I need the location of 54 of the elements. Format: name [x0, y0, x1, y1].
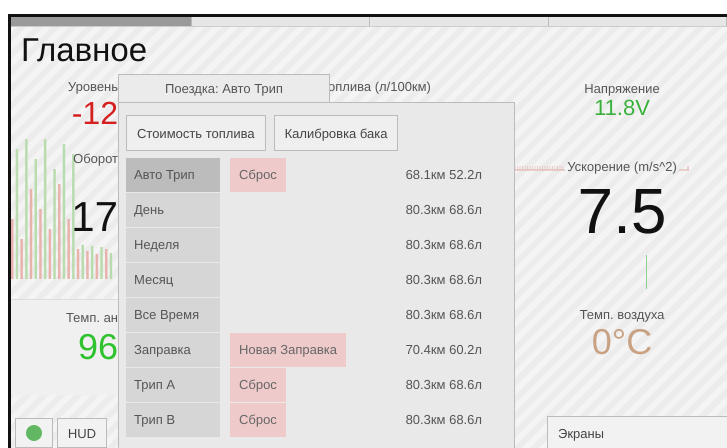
trip-tab[interactable]: Поездка: Авто Трип — [118, 74, 330, 102]
trip-reading: 80.3км 68.6л — [404, 377, 483, 392]
reset-button[interactable]: Сброс — [230, 402, 286, 436]
gauge-label: Уровень — [68, 79, 118, 94]
history-bar — [48, 229, 52, 279]
history-bar — [11, 219, 14, 279]
history-bar — [86, 251, 89, 279]
reset-button[interactable]: Сброс — [230, 368, 286, 402]
trip-item[interactable]: Трип A — [126, 368, 220, 402]
gauge-value: 96 — [78, 327, 118, 367]
trip-item[interactable]: Все Время — [126, 298, 220, 332]
gauge-value: 11.8V — [594, 96, 650, 120]
history-bar — [76, 249, 80, 279]
page-indicator-segment[interactable] — [11, 17, 192, 26]
trip-reading: 80.3км 68.6л — [404, 202, 483, 217]
trip-item[interactable]: Неделя — [126, 228, 220, 262]
gauge-label: Напряжение — [584, 81, 660, 96]
trip-item[interactable]: Заправка — [126, 332, 220, 366]
screen-title: Главное — [20, 30, 148, 70]
history-bar — [110, 253, 112, 279]
trip-reading: 80.3км 68.6л — [404, 307, 483, 322]
hud-button[interactable]: HUD — [57, 418, 107, 448]
reset-button[interactable]: Новая Заправка — [230, 332, 346, 366]
history-bar — [20, 239, 23, 279]
gauge-label: Ускорение (m/s^2) — [567, 159, 677, 174]
history-bar — [90, 246, 94, 279]
trip-reading: 80.3км 68.6л — [404, 412, 483, 427]
trip-reading: 80.3км 68.6л — [404, 237, 483, 252]
history-bar — [82, 245, 84, 279]
trip-item[interactable]: Месяц — [126, 262, 220, 296]
history-bar — [105, 249, 108, 279]
trip-item[interactable]: Трип B — [126, 402, 220, 436]
gauge-label: Оборот — [73, 151, 118, 166]
history-bar — [100, 247, 103, 279]
gauge-value: 0°C — [592, 322, 652, 362]
status-box[interactable] — [15, 418, 53, 448]
history-bar — [39, 209, 42, 279]
trip-item[interactable]: День — [126, 192, 220, 226]
screens-panel[interactable]: Экраны — [547, 416, 727, 448]
popup-button[interactable]: Стоимость топлива — [126, 115, 266, 151]
history-bar — [96, 254, 98, 279]
gauge-label: Темп. ан — [66, 310, 118, 325]
popup-button[interactable]: Калибровка бака — [274, 115, 398, 151]
trip-reading: 80.3км 68.6л — [404, 272, 483, 287]
gauge-value: 17 — [71, 194, 118, 240]
gauge-label: Темп. воздуха — [580, 307, 664, 322]
center-line — [646, 255, 647, 289]
trip-reading: 68.1км 52.2л — [404, 167, 483, 182]
trip-reading: 70.4км 60.2л — [404, 342, 483, 357]
gauge-value: -12 — [72, 96, 118, 132]
reset-button[interactable]: Сброс — [230, 158, 286, 192]
trip-item[interactable]: Авто Трип — [126, 158, 220, 192]
gauge-value: 7.5 — [578, 176, 666, 246]
history-bar — [67, 219, 70, 279]
